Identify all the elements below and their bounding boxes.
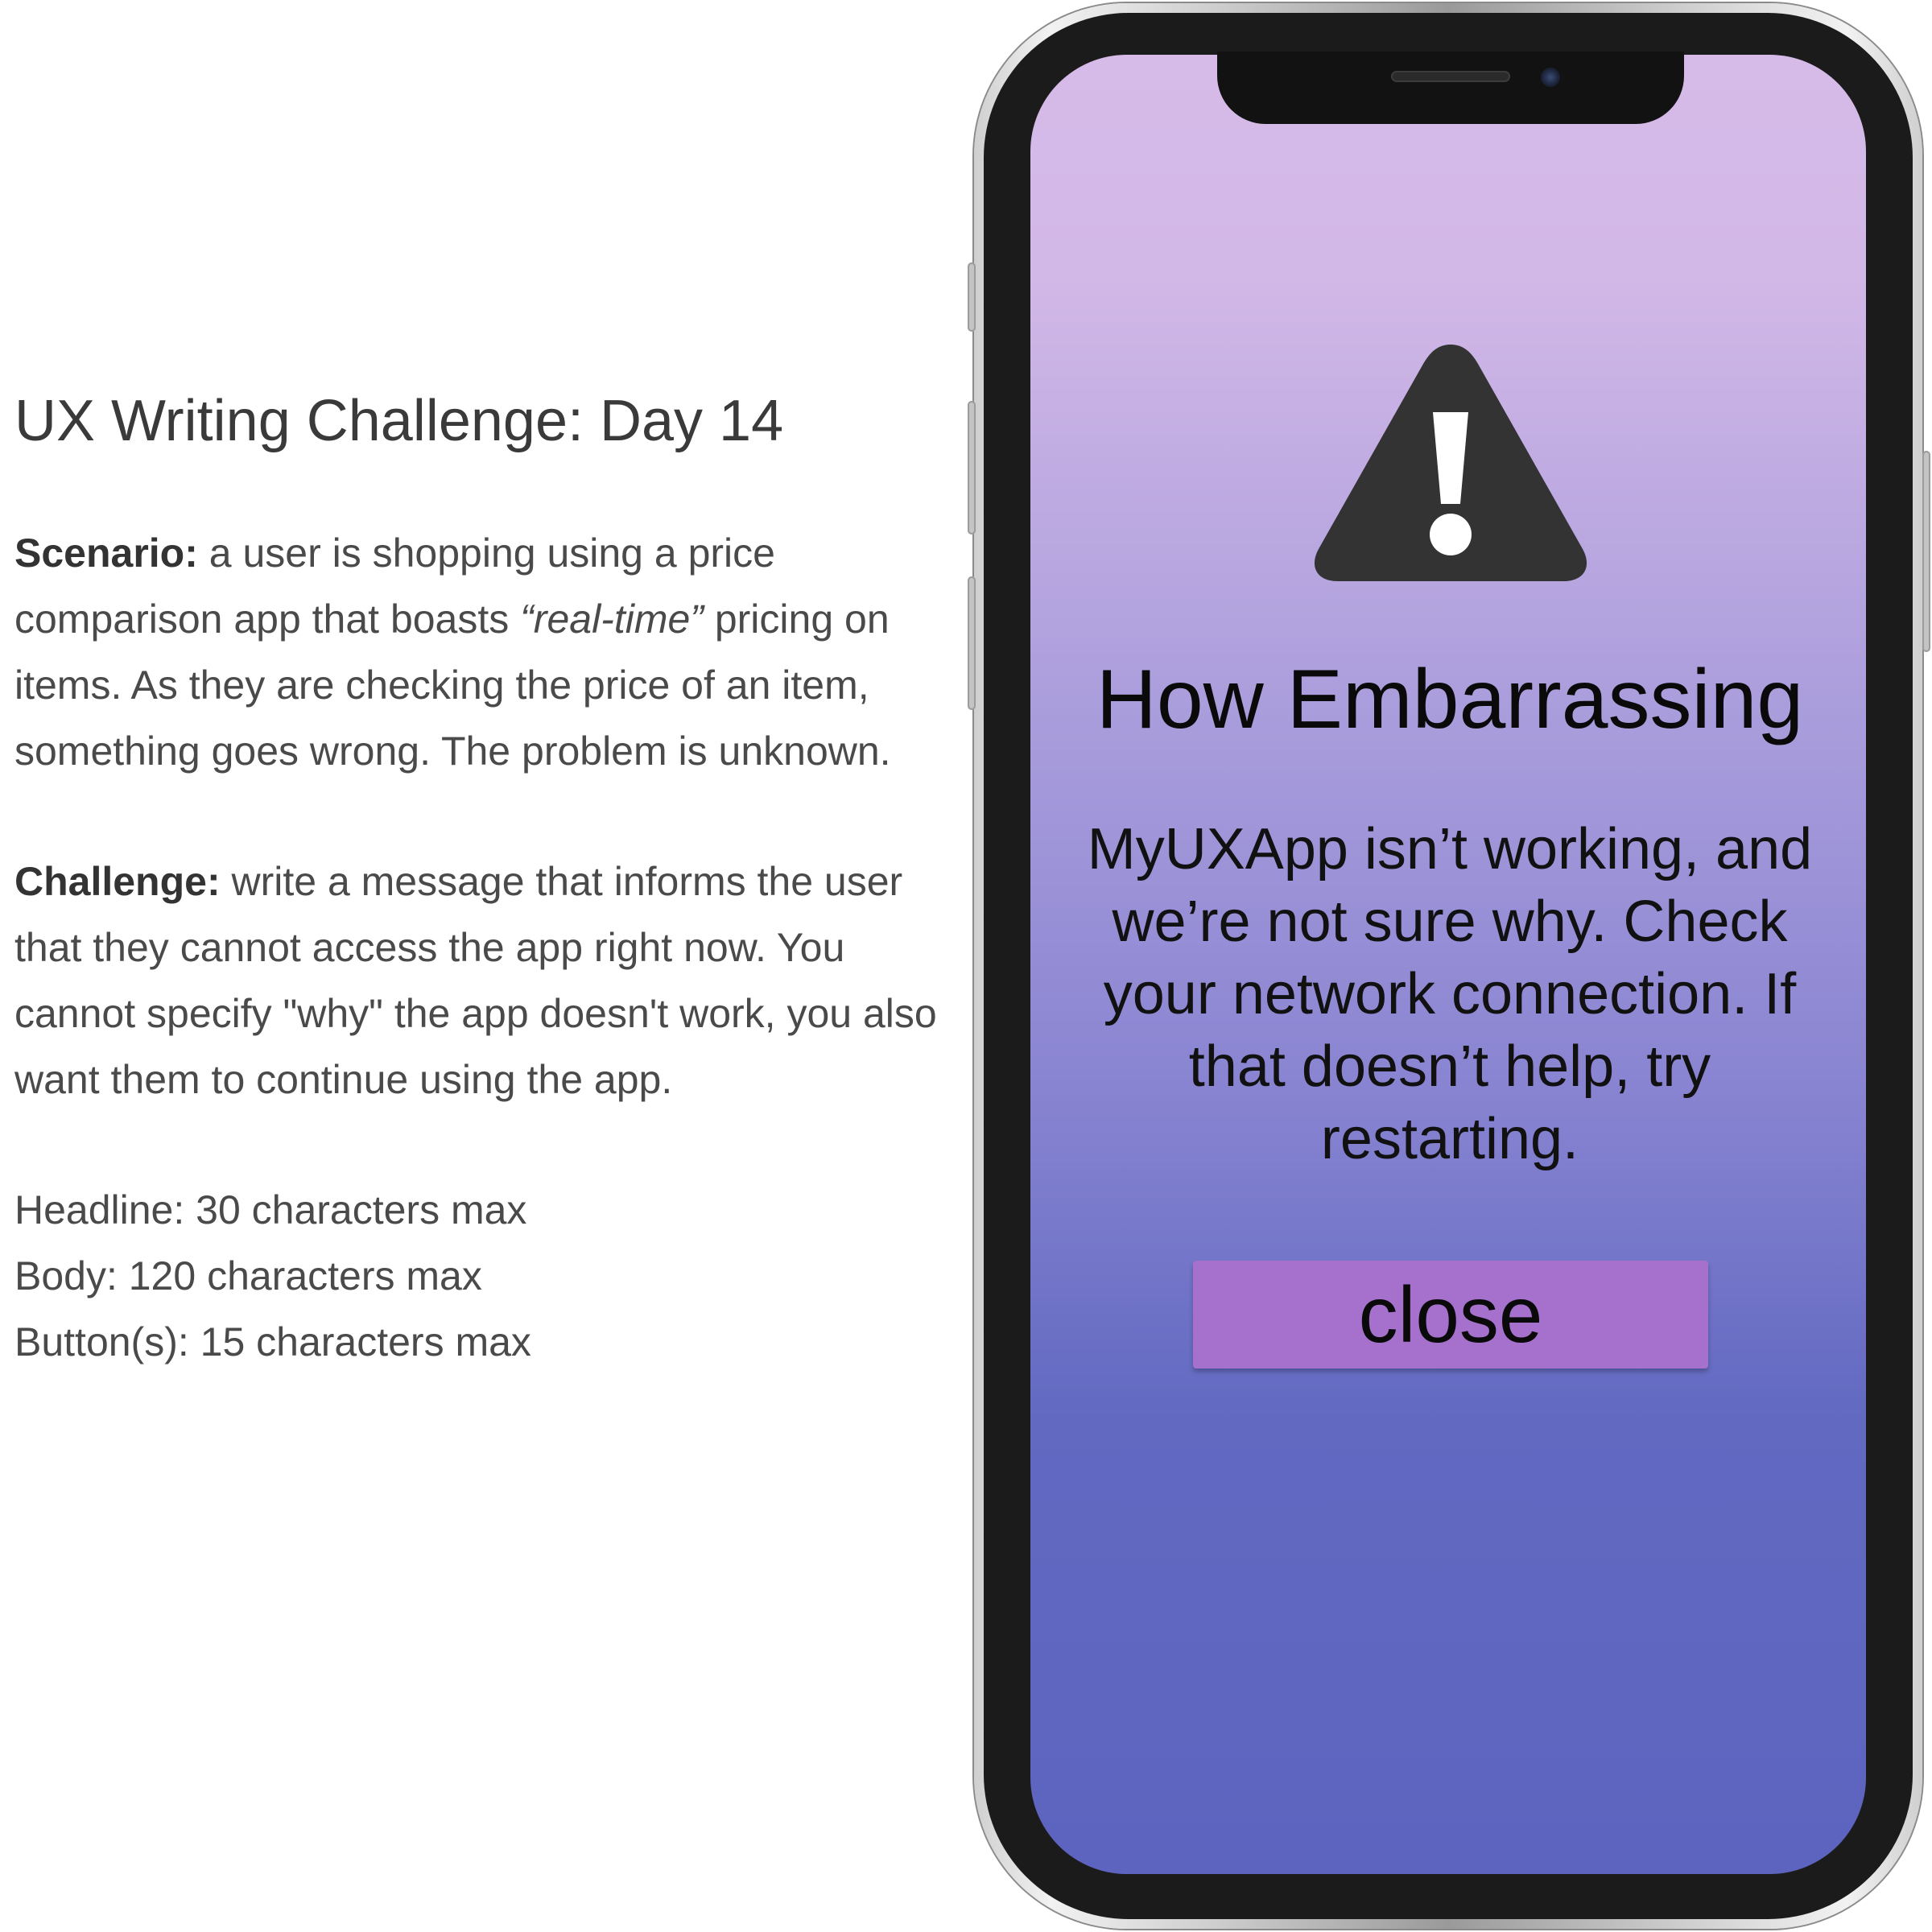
exclamation-dot <box>1430 514 1472 555</box>
character-limits: Headline: 30 characters max Body: 120 ch… <box>14 1177 948 1375</box>
close-button[interactable]: close <box>1193 1261 1708 1368</box>
warning-triangle-icon <box>1314 345 1587 581</box>
alert-body: MyUXApp isn’t working, and we’re not sur… <box>1087 817 1813 1171</box>
challenge-brief: UX Writing Challenge: Day 14 Scenario: a… <box>14 386 948 1375</box>
mute-switch <box>968 262 976 332</box>
earpiece-speaker <box>1391 71 1510 82</box>
volume-down-button <box>968 576 976 710</box>
phone-notch <box>1217 52 1684 124</box>
challenge-label: Challenge: <box>14 859 221 905</box>
volume-up-button <box>968 401 976 535</box>
challenge-paragraph: Challenge: write a message that informs … <box>14 848 948 1113</box>
scenario-label: Scenario: <box>14 530 198 576</box>
limit-buttons: Button(s): 15 characters max <box>14 1319 531 1365</box>
power-button <box>1922 451 1930 652</box>
limit-body: Body: 120 characters max <box>14 1253 482 1299</box>
scenario-emphasis: “real-time” <box>520 597 704 642</box>
scenario-paragraph: Scenario: a user is shopping using a pri… <box>14 520 948 784</box>
alert-title: How Embarrassing <box>1096 653 1804 746</box>
brief-title: UX Writing Challenge: Day 14 <box>14 389 784 453</box>
limit-headline: Headline: 30 characters max <box>14 1187 527 1233</box>
front-camera <box>1541 68 1560 87</box>
